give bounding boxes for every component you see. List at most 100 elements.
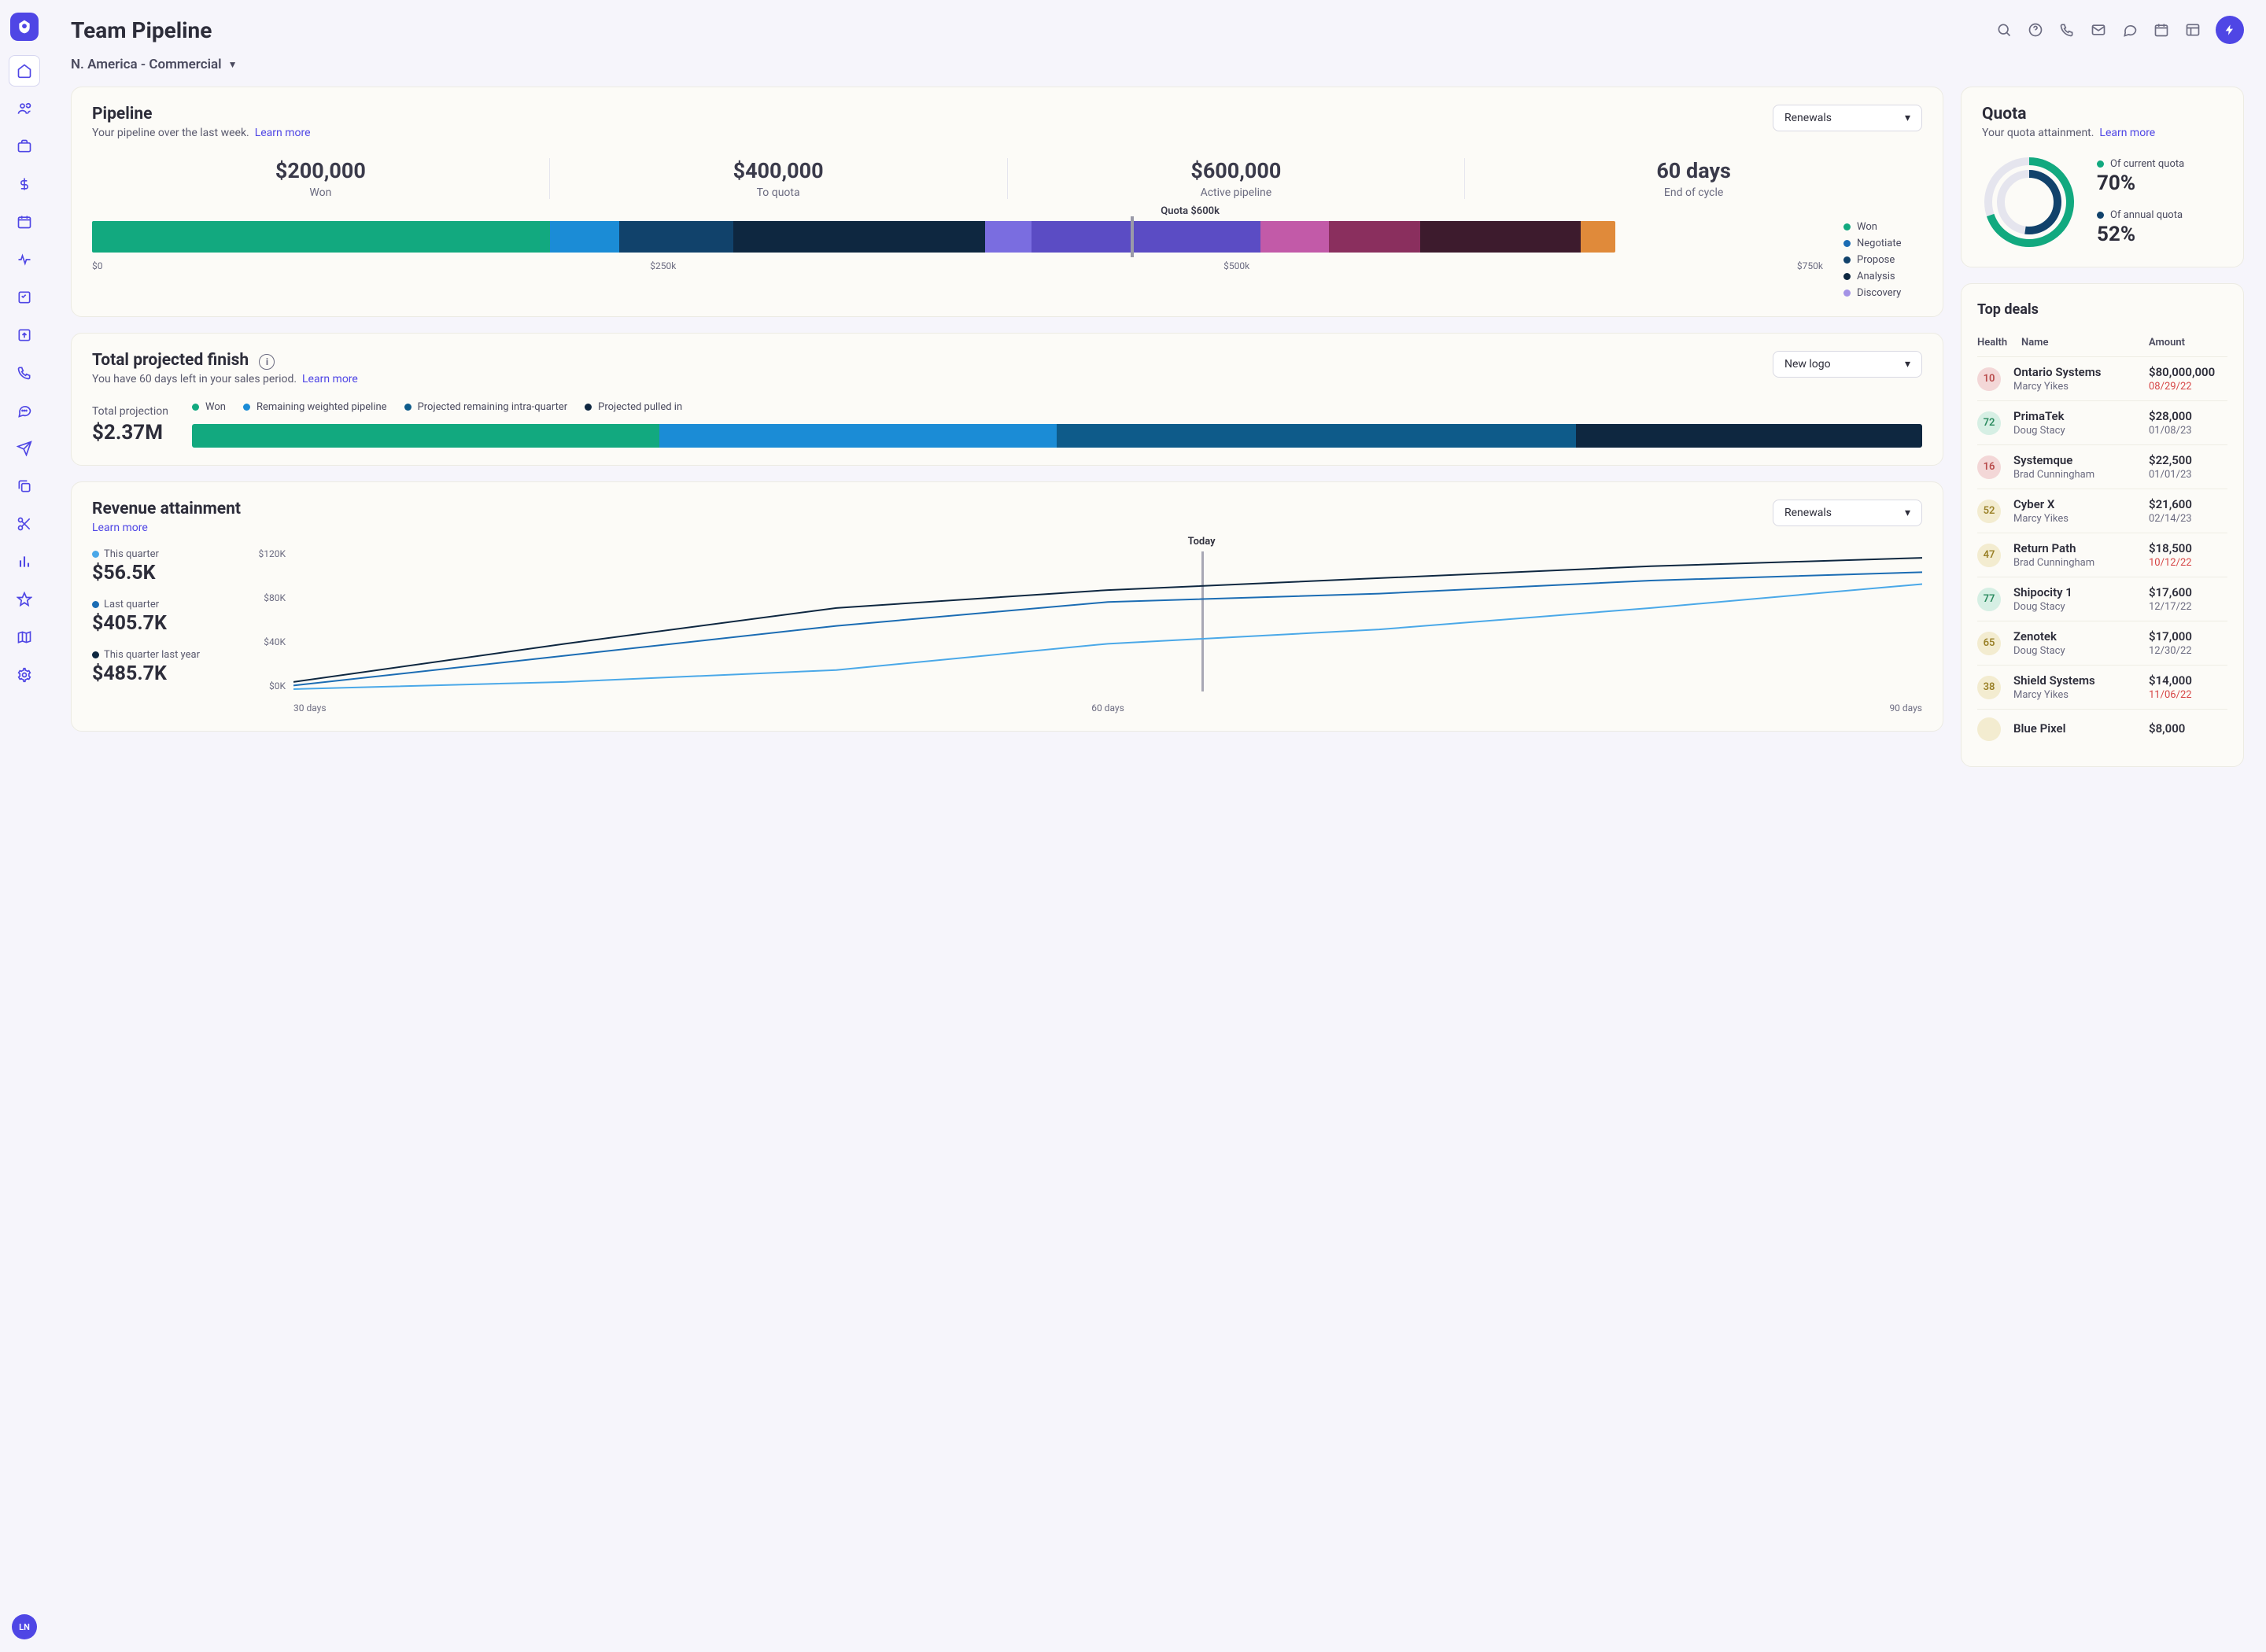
projected-bar-chart: [192, 424, 1922, 448]
panel-icon[interactable]: [2184, 21, 2201, 39]
nav-chart-icon[interactable]: [9, 546, 40, 577]
nav-people-icon[interactable]: [9, 93, 40, 124]
metric-value: $600,000: [1022, 158, 1451, 183]
quota-current-value: 70%: [2097, 171, 2184, 195]
pipeline-metric: $200,000Won: [92, 158, 550, 199]
nav-copy-icon[interactable]: [9, 470, 40, 502]
deal-amount: $21,600: [2149, 497, 2227, 511]
deal-amount: $18,500: [2149, 541, 2227, 555]
deal-owner: Marcy Yikes: [2013, 513, 2149, 525]
y-tick: $80K: [246, 592, 286, 603]
nav-dollar-icon[interactable]: [9, 168, 40, 200]
legend-item: Won: [192, 401, 226, 413]
nav-checklist-icon[interactable]: [9, 282, 40, 313]
deal-row[interactable]: 72 PrimaTekDoug Stacy $28,00001/08/23: [1977, 400, 2227, 444]
chevron-down-icon: ▾: [1905, 112, 1910, 124]
quota-annual-label: Of annual quota: [2110, 209, 2183, 221]
search-icon[interactable]: [1995, 21, 2013, 39]
legend-item: Analysis: [1843, 271, 1922, 282]
metric-label: End of cycle: [1479, 186, 1908, 199]
quota-marker-label: Quota $600k: [1161, 205, 1220, 217]
topbar-calendar-icon[interactable]: [2153, 21, 2170, 39]
quota-card: Quota Your quota attainment. Learn more: [1961, 87, 2244, 267]
health-badge: 77: [1977, 588, 2001, 611]
legend-item: Discovery: [1843, 287, 1922, 299]
projected-learn-link[interactable]: Learn more: [302, 373, 358, 385]
deal-name: Shipocity 1: [2013, 585, 2149, 599]
deal-owner: Doug Stacy: [2013, 425, 2149, 437]
pipeline-metric: $600,000 Active pipeline: [1008, 158, 1466, 199]
health-badge: 16: [1977, 455, 2001, 479]
chevron-down-icon: ▾: [1905, 358, 1910, 371]
deal-name: Blue Pixel: [2013, 721, 2149, 736]
nav-upload-icon[interactable]: [9, 319, 40, 351]
deal-row[interactable]: 47 Return PathBrad Cunningham $18,50010/…: [1977, 533, 2227, 577]
nav-chat-icon[interactable]: [9, 395, 40, 426]
user-avatar[interactable]: LN: [12, 1614, 37, 1639]
nav-scissors-icon[interactable]: [9, 508, 40, 540]
breadcrumb-label: N. America - Commercial: [71, 57, 222, 72]
revenue-line-chart: Today $120K$80K$40K$0K 30 days60 days90 …: [246, 548, 1922, 714]
metric-value: 60 days: [1479, 158, 1908, 183]
x-tick: 30 days: [293, 702, 327, 714]
breadcrumb[interactable]: N. America - Commercial ▼: [71, 57, 237, 72]
info-icon[interactable]: i: [259, 354, 275, 370]
metric-label: To quota: [564, 186, 993, 199]
message-icon[interactable]: [2121, 21, 2139, 39]
nav-phone-icon[interactable]: [9, 357, 40, 389]
mail-icon[interactable]: [2090, 21, 2107, 39]
deal-row[interactable]: 38 Shield SystemsMarcy Yikes $14,00011/0…: [1977, 665, 2227, 709]
y-tick: $0K: [246, 680, 286, 691]
page-title: Team Pipeline: [71, 17, 212, 43]
bolt-button[interactable]: [2216, 16, 2244, 44]
deal-name: Ontario Systems: [2013, 365, 2149, 379]
deal-amount: $17,600: [2149, 585, 2227, 599]
nav-home-icon[interactable]: [9, 55, 40, 87]
revenue-select[interactable]: Renewals ▾: [1773, 500, 1922, 526]
quota-annual-value: 52%: [2097, 223, 2184, 246]
quota-learn-link[interactable]: Learn more: [2099, 127, 2155, 139]
health-badge: [1977, 717, 2001, 741]
axis-tick: $750k: [1797, 260, 1823, 271]
deal-date: 12/17/22: [2149, 601, 2227, 613]
revenue-select-value: Renewals: [1784, 507, 1832, 519]
pipeline-metric: 60 days End of cycle: [1465, 158, 1922, 199]
nav-pulse-icon[interactable]: [9, 244, 40, 275]
topbar-phone-icon[interactable]: [2058, 21, 2076, 39]
nav-star-icon[interactable]: [9, 584, 40, 615]
deal-amount: $17,000: [2149, 629, 2227, 643]
projected-title: Total projected finish i: [92, 351, 358, 370]
health-badge: 72: [1977, 411, 2001, 435]
deal-row[interactable]: 52 Cyber XMarcy Yikes $21,60002/14/23: [1977, 489, 2227, 533]
axis-tick: $250k: [650, 260, 676, 271]
deal-name: PrimaTek: [2013, 409, 2149, 423]
nav-calendar-icon[interactable]: [9, 206, 40, 238]
app-logo[interactable]: [10, 13, 39, 41]
nav-send-icon[interactable]: [9, 433, 40, 464]
metric-label: Won: [106, 186, 535, 199]
deal-name: Return Path: [2013, 541, 2149, 555]
deal-row[interactable]: 65 ZenotekDoug Stacy $17,00012/30/22: [1977, 621, 2227, 665]
pipeline-learn-link[interactable]: Learn more: [255, 127, 311, 139]
projected-select-value: New logo: [1784, 358, 1831, 371]
deal-name: Zenotek: [2013, 629, 2149, 643]
revenue-learn-link[interactable]: Learn more: [92, 522, 148, 534]
deal-row[interactable]: 16 SystemqueBrad Cunningham $22,50001/01…: [1977, 444, 2227, 489]
pipeline-subtitle: Your pipeline over the last week.: [92, 127, 249, 139]
metric-label: Active pipeline: [1022, 186, 1451, 199]
nav-map-icon[interactable]: [9, 621, 40, 653]
help-icon[interactable]: [2027, 21, 2044, 39]
revenue-card: Revenue attainment Learn more Renewals ▾…: [71, 481, 1943, 732]
quota-title: Quota: [1982, 105, 2223, 124]
deal-row[interactable]: 77 Shipocity 1Doug Stacy $17,60012/17/22: [1977, 577, 2227, 621]
projected-select[interactable]: New logo ▾: [1773, 351, 1922, 378]
revenue-title: Revenue attainment: [92, 500, 241, 518]
deal-amount: $14,000: [2149, 673, 2227, 688]
nav-settings-icon[interactable]: [9, 659, 40, 691]
deal-row[interactable]: 10 Ontario SystemsMarcy Yikes $80,000,00…: [1977, 356, 2227, 400]
col-health: Health: [1977, 337, 2021, 348]
deal-date: 10/12/22: [2149, 557, 2227, 569]
nav-briefcase-icon[interactable]: [9, 131, 40, 162]
pipeline-select[interactable]: Renewals ▾: [1773, 105, 1922, 131]
deal-row[interactable]: Blue Pixel $8,000: [1977, 709, 2227, 749]
